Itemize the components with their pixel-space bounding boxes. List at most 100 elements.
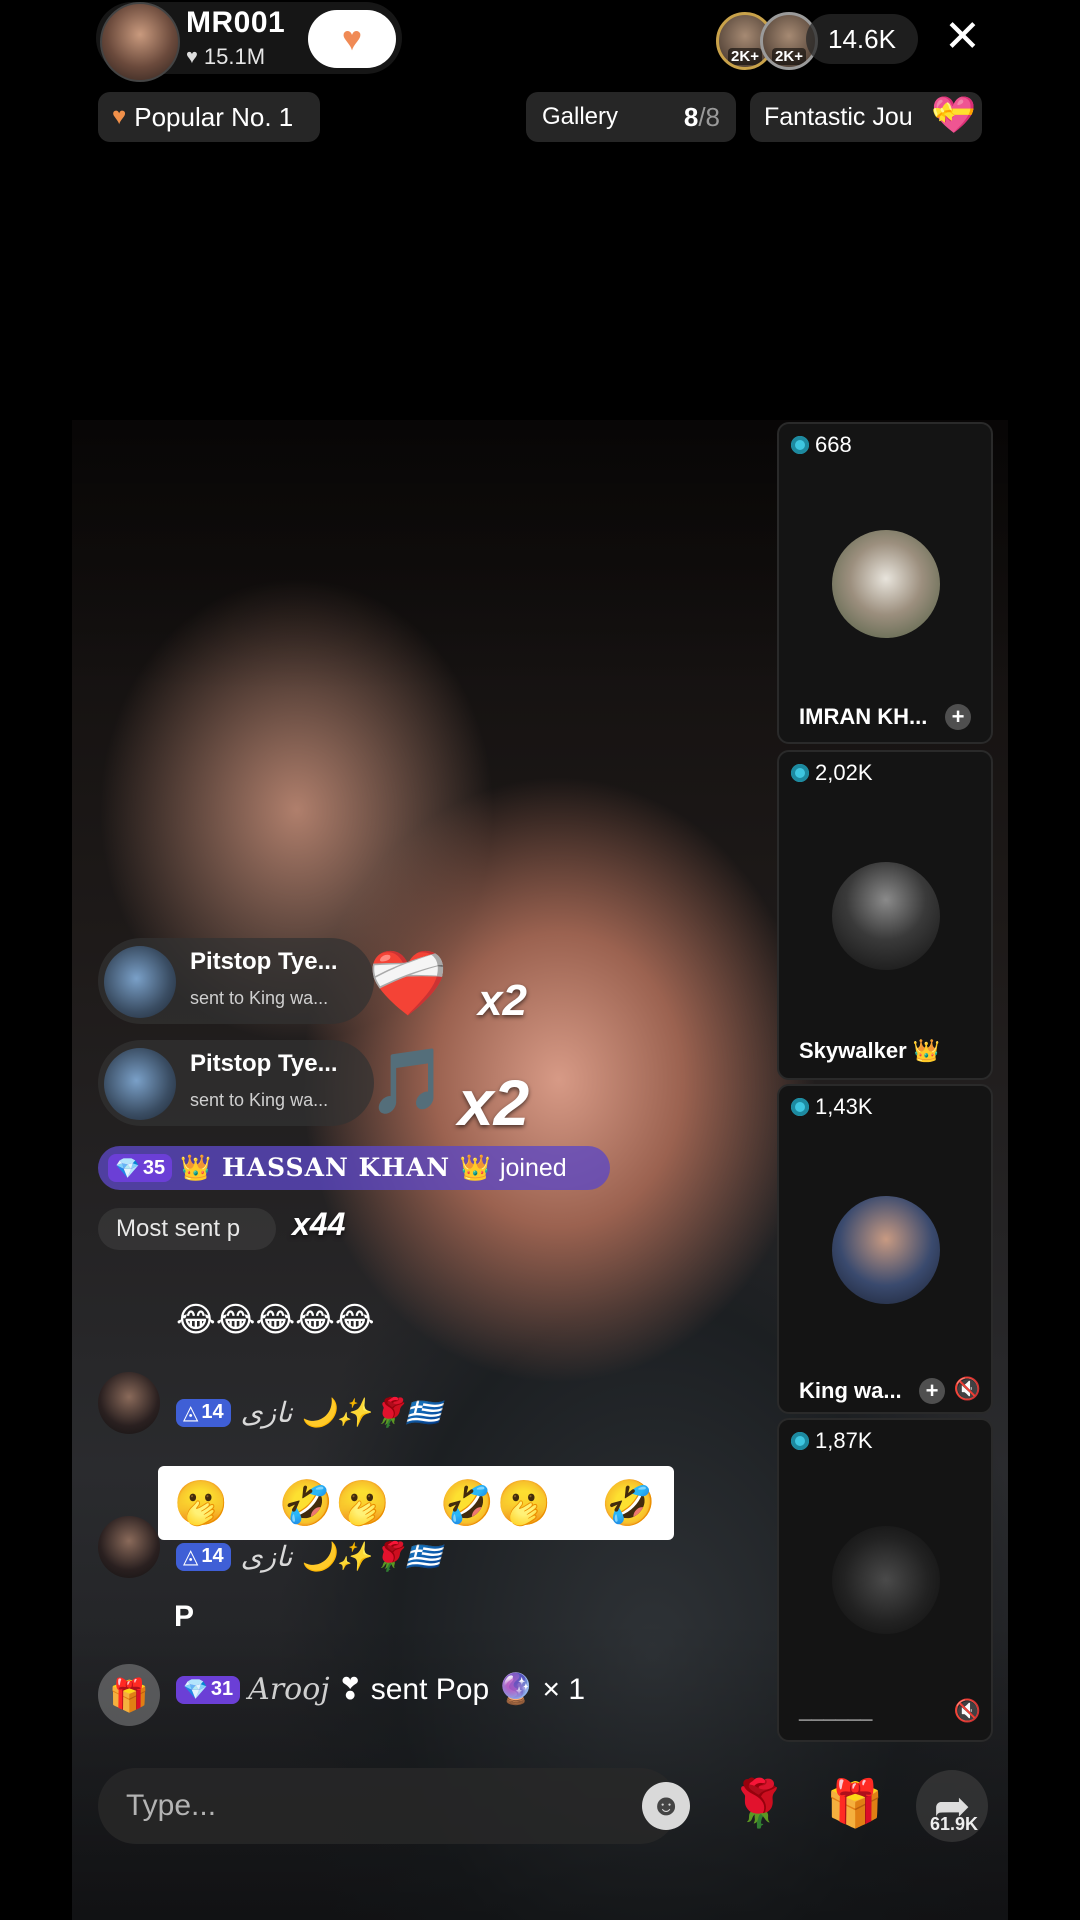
guest-score: 1,87K — [791, 1428, 873, 1454]
diamond-icon — [791, 436, 809, 454]
rose-icon[interactable]: 🌹 — [730, 1776, 787, 1831]
popular-label: Popular No. 1 — [134, 101, 294, 132]
user-level: 35 — [142, 1156, 166, 1179]
chat-message: ◬ 14 نازی 🌙✨🌹🇬🇷 — [176, 1540, 441, 1573]
host-avatar[interactable] — [100, 2, 180, 82]
viewer-badge: 2K+ — [728, 48, 762, 65]
heart-icon: ♥ — [112, 103, 127, 130]
guest-name: IMRAN KH... — [799, 704, 928, 729]
most-sent-combo: x44 — [292, 1206, 346, 1242]
guest-card[interactable]: 1,87K ______ 🔇 — [777, 1418, 993, 1742]
guest-card[interactable]: 1,43K King wa... + 🔇 — [777, 1084, 993, 1414]
follow-button[interactable]: ♥ 5 — [308, 10, 396, 68]
popular-rank-pill[interactable]: ♥ Popular No. 1 — [98, 92, 320, 142]
fantastic-label: Fantastic Jou — [764, 102, 913, 131]
sender-avatar[interactable] — [104, 946, 176, 1018]
gallery-pill[interactable]: Gallery 8/8 — [526, 92, 736, 142]
gift-icon[interactable]: 🎁 — [826, 1776, 883, 1831]
gift-sender: Pitstop Tye... — [190, 1050, 338, 1077]
comment-input[interactable] — [98, 1768, 678, 1844]
guest-card[interactable]: 668 IMRAN KH... + — [777, 422, 993, 744]
guest-score: 2,02K — [791, 760, 873, 786]
gift-box-icon[interactable]: 🎁 — [98, 1664, 160, 1726]
host-likes: ♥ 15.1M — [186, 44, 265, 70]
guest-name: ______ — [799, 1698, 873, 1723]
diamond-icon — [791, 1432, 809, 1450]
chat-message: P — [174, 1600, 195, 1633]
host-name: MR001 — [186, 6, 286, 39]
user-level-badge: ◬ 14 — [176, 1542, 231, 1571]
gallery-current: 8 — [683, 101, 699, 132]
heart-gift-icon: 💝 — [931, 94, 976, 135]
guest-score: 668 — [791, 432, 852, 458]
follow-plus-button[interactable]: + — [919, 1378, 945, 1404]
viewer-count[interactable]: 14.6K — [806, 14, 918, 64]
music-note-gift-icon: 🎵 — [368, 1045, 448, 1117]
host-likes-count: 15.1M — [203, 44, 266, 69]
join-notification: 💎 35 👑 HASSAN KHAN 👑 joined — [98, 1146, 610, 1190]
guest-score-value: 1,87K — [815, 1428, 873, 1453]
chat-text: نازی 🌙✨🌹🇬🇷 — [240, 1540, 441, 1573]
guest-score-value: 1,43K — [815, 1094, 873, 1119]
guest-avatar[interactable] — [832, 862, 940, 970]
joined-label: joined — [499, 1153, 567, 1182]
heart-exclamation-icon: ❣ — [337, 1673, 363, 1706]
user-level-badge: ◬ 14 — [176, 1398, 231, 1427]
chat-avatar[interactable] — [98, 1516, 160, 1578]
user-level-badge: 💎 35 — [108, 1154, 173, 1182]
pop-gift-icon: 🔮 — [497, 1673, 535, 1706]
follow-plus-button[interactable]: + — [945, 704, 971, 730]
share-count: 61.9K — [929, 1814, 979, 1834]
sent-text: sent Pop — [370, 1672, 490, 1706]
viewer-badge: 2K+ — [772, 48, 806, 65]
muted-mic-icon: 🔇 — [953, 1376, 981, 1401]
close-icon[interactable]: ✕ — [944, 12, 981, 62]
user-level: 31 — [210, 1678, 234, 1700]
diamond-icon — [791, 764, 809, 782]
most-sent-banner: Most sent p — [98, 1208, 276, 1250]
gallery-label: Gallery — [542, 103, 619, 130]
diamond-icon: 💎 — [183, 1679, 208, 1701]
user-level: 14 — [201, 1545, 224, 1567]
guest-avatar[interactable] — [832, 530, 940, 638]
gift-sender: Pitstop Tye... — [190, 948, 338, 975]
chat-text: نازی 🌙✨🌹🇬🇷 — [240, 1396, 441, 1429]
muted-mic-icon: 🔇 — [953, 1698, 981, 1723]
emoji-icon[interactable]: ☻ — [642, 1782, 690, 1830]
gift-combo: x2 — [458, 1067, 530, 1139]
guest-avatar[interactable] — [832, 1526, 940, 1634]
sender-avatar[interactable] — [104, 1048, 176, 1120]
gallery-total: /8 — [698, 101, 720, 132]
user-level-badge: 💎 31 — [176, 1675, 241, 1704]
guest-name: Skywalker 👑 — [799, 1038, 941, 1063]
guest-score: 1,43K — [791, 1094, 873, 1120]
gift-sent-message: 💎 31 𝐴𝑟𝑜𝑜𝑗 ❣ sent Pop 🔮 × 1 — [176, 1672, 585, 1707]
sender-name[interactable]: 𝐴𝑟𝑜𝑜𝑗 — [248, 1672, 329, 1707]
triangle-icon: ◬ — [183, 1546, 199, 1568]
diamond-icon: 💎 — [115, 1157, 140, 1180]
guest-avatar[interactable] — [832, 1196, 940, 1304]
gift-notification[interactable]: Pitstop Tye... sent to King wa... — [98, 938, 374, 1024]
gift-notification[interactable]: Pitstop Tye... sent to King wa... — [98, 1040, 374, 1126]
heart-gift-icon: ❤️‍🩹 — [368, 947, 448, 1019]
chat-message: 😂😂😂😂😂 — [176, 1301, 375, 1339]
follow-badge-count: 5 — [365, 42, 374, 59]
chat-message: ◬ 14 نازی 🌙✨🌹🇬🇷 — [176, 1396, 441, 1429]
joined-user-name[interactable]: 👑 HASSAN KHAN 👑 — [180, 1153, 492, 1183]
user-level: 14 — [201, 1401, 224, 1423]
gift-recipient: sent to King wa... — [190, 1090, 329, 1110]
emoji-message-bubble: 🫢😁🤣🫢😁🤣🫢😁🤣 — [158, 1466, 674, 1540]
guest-name: King wa... — [799, 1378, 902, 1403]
guest-card[interactable]: 2,02K Skywalker 👑 — [777, 750, 993, 1080]
gift-recipient: sent to King wa... — [190, 988, 329, 1008]
guest-score-value: 2,02K — [815, 760, 873, 785]
guest-score-value: 668 — [815, 432, 852, 457]
gift-combo: x2 — [478, 976, 527, 1025]
gift-count: × 1 — [542, 1672, 586, 1706]
fantastic-journey-pill[interactable]: Fantastic Jou 💝 — [750, 92, 982, 142]
heart-icon: ♥ — [341, 19, 363, 58]
chat-avatar[interactable] — [98, 1372, 160, 1434]
gallery-count: 8/8 — [684, 102, 720, 133]
triangle-icon: ◬ — [183, 1402, 199, 1424]
diamond-icon — [791, 1098, 809, 1116]
